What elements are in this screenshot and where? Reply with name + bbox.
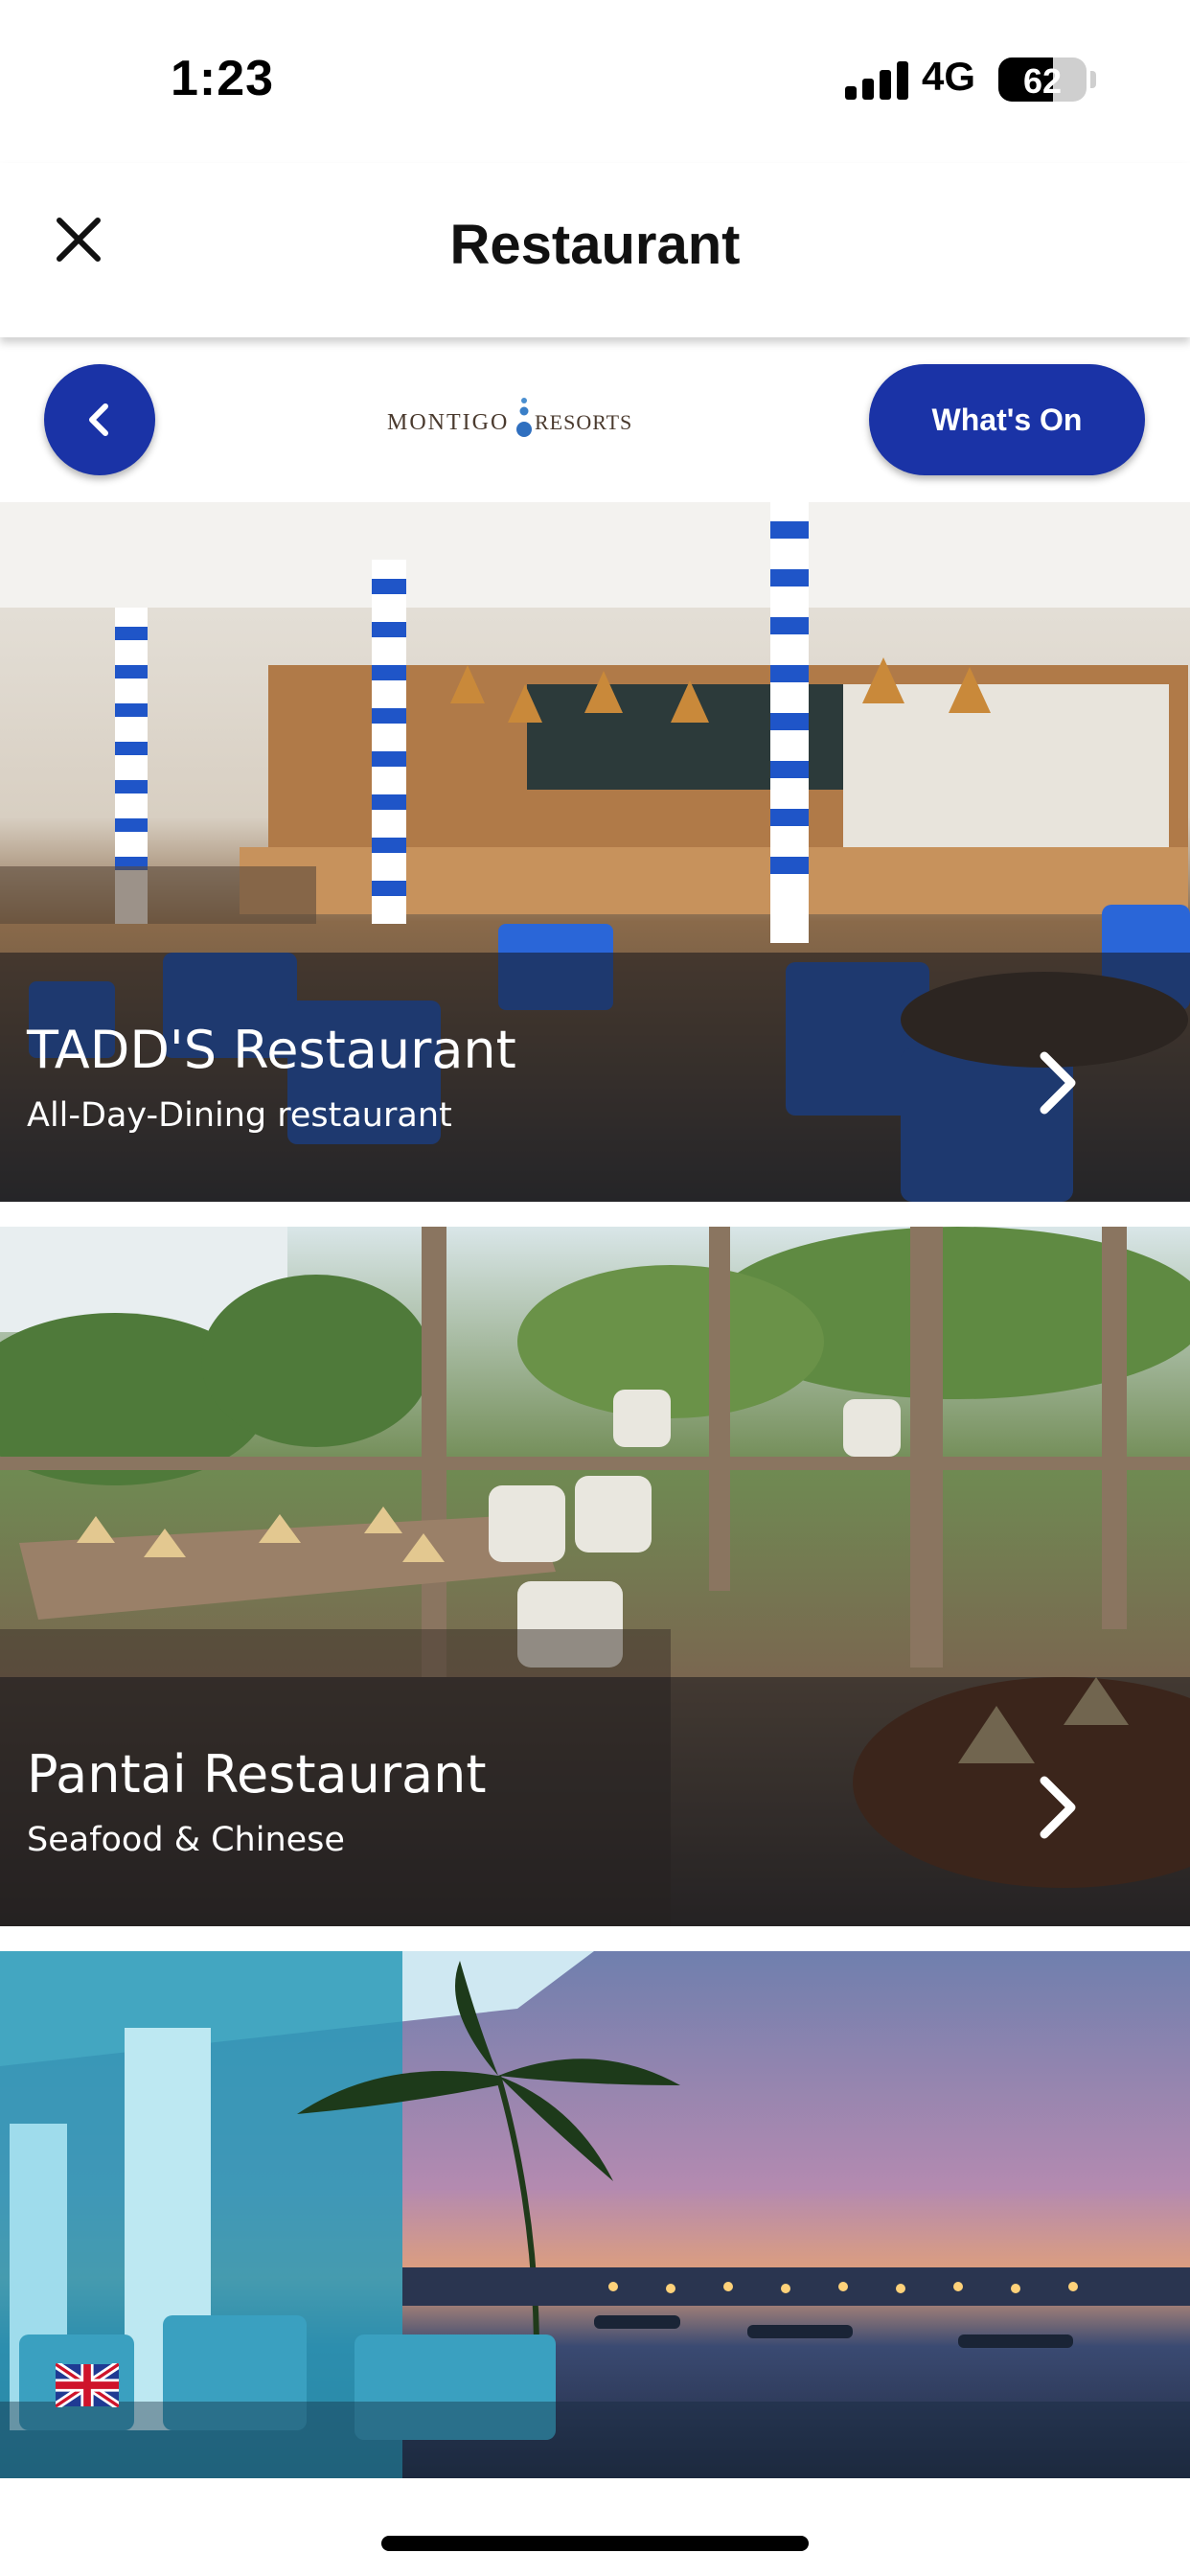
restaurant-card-tadds[interactable]: TADD'S Restaurant All-Day-Dining restaur… xyxy=(0,502,1190,1202)
chevron-left-icon xyxy=(89,403,108,436)
card-caption-overlay xyxy=(0,2402,1190,2478)
network-type: 4G xyxy=(922,54,976,99)
logo-drop-icon xyxy=(516,398,532,437)
whats-on-button[interactable]: What's On xyxy=(869,364,1145,475)
resort-top-bar: MONTIGO RESORTS What's On xyxy=(0,337,1190,502)
logo-text-left: MONTIGO xyxy=(387,410,510,435)
restaurant-subtitle: All-Day-Dining restaurant xyxy=(27,1096,452,1135)
restaurant-photo xyxy=(0,1951,1190,2478)
chevron-right-icon xyxy=(1040,1051,1076,1115)
restaurant-name: TADD'S Restaurant xyxy=(27,1020,516,1080)
uk-flag-icon[interactable] xyxy=(53,2360,122,2410)
signal-icon xyxy=(845,59,908,100)
restaurant-subtitle: Seafood & Chinese xyxy=(27,1821,345,1859)
restaurant-card-pantai[interactable]: Pantai Restaurant Seafood & Chinese xyxy=(0,1227,1190,1926)
status-time: 1:23 xyxy=(171,51,275,106)
home-indicator[interactable] xyxy=(381,2536,809,2551)
chevron-right-icon xyxy=(1040,1776,1076,1839)
battery-icon: 62 xyxy=(998,58,1087,102)
battery-cap xyxy=(1090,71,1096,88)
nav-header: Restaurant xyxy=(0,163,1190,337)
montigo-resorts-logo: MONTIGO RESORTS xyxy=(383,395,642,452)
status-bar: 1:23 4G 62 xyxy=(0,0,1190,163)
battery-level: 62 xyxy=(1022,61,1063,101)
page-title: Restaurant xyxy=(449,214,741,276)
logo-text-right: RESORTS xyxy=(535,410,633,434)
back-button[interactable] xyxy=(44,364,155,475)
restaurant-name: Pantai Restaurant xyxy=(27,1744,487,1805)
restaurant-card-3[interactable] xyxy=(0,1951,1190,2478)
